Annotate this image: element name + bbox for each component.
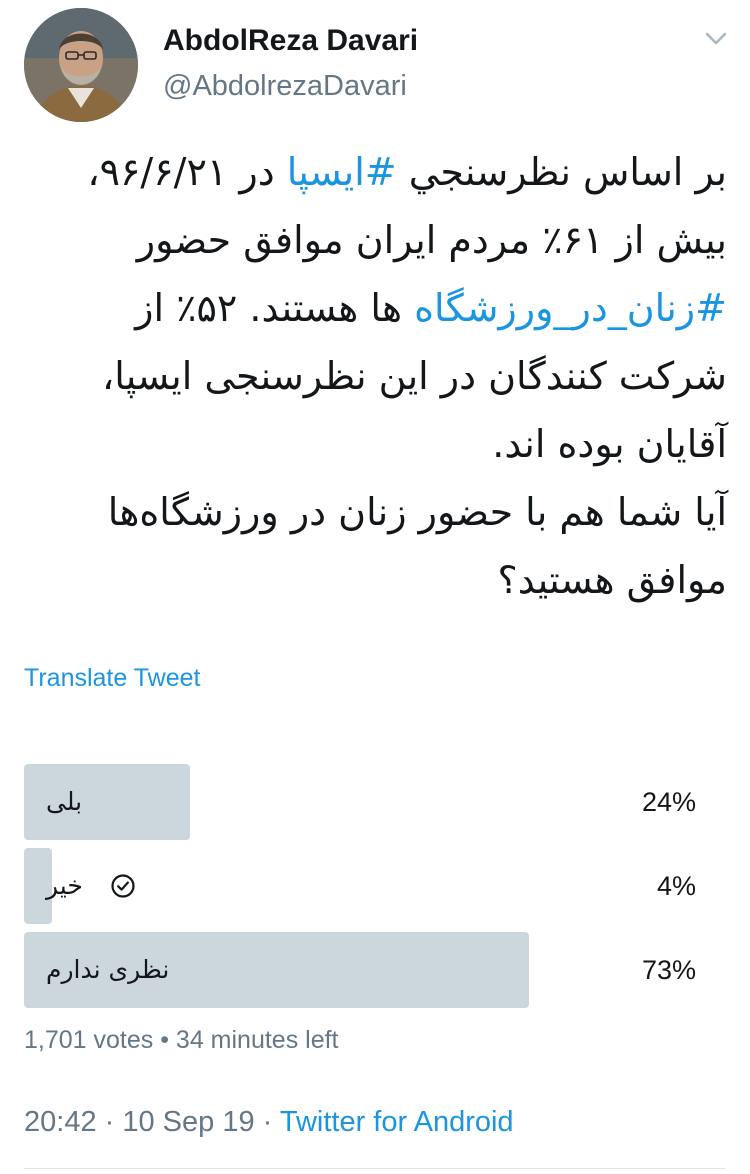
tweet-line-4: شرکت کنندگان در این نظرسنجی ایسپا، — [101, 354, 727, 398]
tweet-text-segment: در ۹۶/۶/۲۱، — [87, 150, 287, 194]
separator-dot: · — [254, 1106, 280, 1138]
poll-option-no-opinion[interactable]: نظری ندارم 73% — [24, 932, 704, 1008]
hashtag-link-ispa[interactable]: #ایسپا — [287, 150, 397, 194]
tweet-line-7: موافق هستید؟ — [497, 558, 727, 602]
translate-tweet-link[interactable]: Translate Tweet — [24, 664, 200, 693]
user-handle[interactable]: @AbdolrezaDavari — [163, 70, 407, 103]
separator-dot: • — [153, 1026, 176, 1054]
tweet-line-2: بیش از ۶۱٪ مردم ایران موافق حضور — [136, 218, 727, 262]
tweet-line-1: بر اساس نظرسنجي #ایسپا در ۹۶/۶/۲۱، — [24, 138, 727, 206]
poll-option-yes[interactable]: بلی 24% — [24, 764, 704, 840]
tweet-header: AbdolReza Davari @AbdolrezaDavari — [0, 0, 750, 130]
tweet-date[interactable]: 10 Sep 19 — [122, 1106, 254, 1138]
time-left: 34 minutes left — [175, 1026, 339, 1054]
poll-option-no[interactable]: خیر 4% — [24, 848, 704, 924]
tweet-text-segment: ها هستند. ۵۲٪ از — [135, 286, 415, 330]
divider — [24, 1168, 726, 1169]
tweet-time[interactable]: 20:42 — [24, 1106, 97, 1138]
tweet-text-segment: بر اساس نظرسنجي — [396, 150, 727, 194]
separator-dot: · — [96, 1106, 123, 1138]
check-circle-icon — [110, 873, 136, 899]
poll-option-label: خیر — [46, 871, 83, 900]
avatar[interactable] — [24, 8, 138, 122]
chevron-down-icon[interactable] — [700, 22, 732, 54]
poll-summary: 1,701 votes • 34 minutes left — [24, 1026, 339, 1055]
tweet-text: بر اساس نظرسنجي #ایسپا در ۹۶/۶/۲۱، بیش از… — [24, 138, 727, 614]
poll-option-percent: 73% — [641, 955, 696, 985]
avatar-image — [24, 8, 138, 122]
tweet-line-3: #زنان_در_ورزشگاه ها هستند. ۵۲٪ از — [24, 274, 727, 342]
tweet-line-6: آیا شما هم با حضور زنان در ورزشگاه‌ها — [107, 490, 727, 534]
poll-option-label: بلی — [46, 787, 83, 816]
tweet-source-link[interactable]: Twitter for Android — [280, 1106, 514, 1138]
poll-option-percent: 24% — [641, 787, 696, 817]
display-name[interactable]: AbdolReza Davari — [163, 24, 418, 58]
tweet-timestamp: 20:42 · 10 Sep 19 · Twitter for Android — [24, 1106, 514, 1139]
poll-option-label: نظری ندارم — [46, 955, 170, 984]
hashtag-link-women-in-stadium[interactable]: #زنان_در_ورزشگاه — [414, 286, 727, 330]
poll-option-percent: 4% — [656, 871, 696, 901]
tweet-line-5: آقایان بوده اند. — [492, 422, 727, 466]
vote-count: 1,701 votes — [24, 1026, 154, 1054]
